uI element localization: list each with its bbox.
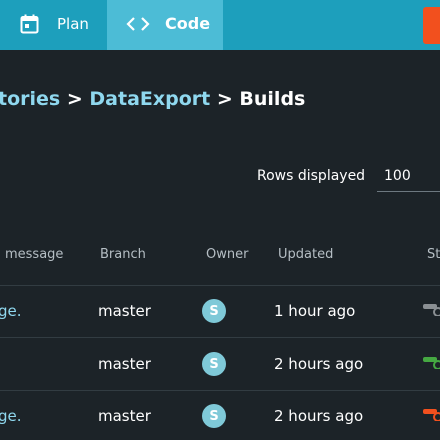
updated-cell: 2 hours ago [274, 407, 364, 425]
rows-displayed-value: 100 [384, 168, 411, 184]
breadcrumb-repo-link[interactable]: DataExport [89, 88, 210, 110]
owner-avatar: S [202, 404, 226, 428]
build-status-icon[interactable] [423, 407, 440, 421]
column-header-updated[interactable]: Updated [278, 247, 333, 262]
breadcrumb: tories > DataExport > Builds [0, 88, 305, 110]
nav-tab-code[interactable]: Code [107, 0, 223, 50]
branch-cell: master [98, 302, 151, 320]
breadcrumb-repositories-link[interactable]: tories [0, 88, 60, 110]
top-nav-bar: Plan Code [0, 0, 440, 50]
primary-action-button[interactable] [423, 7, 440, 44]
commit-message-link[interactable]: ge. [0, 407, 22, 425]
code-brackets-icon [126, 17, 150, 31]
breadcrumb-separator: > [216, 88, 233, 110]
table-divider [0, 337, 440, 338]
branch-cell: master [98, 355, 151, 373]
commit-message-link[interactable]: ge. [0, 302, 22, 320]
rows-displayed-select[interactable]: 100 [377, 163, 440, 192]
owner-initial: S [209, 408, 219, 424]
owner-initial: S [209, 303, 219, 319]
column-header-status[interactable]: St [427, 247, 440, 262]
nav-tab-code-label: Code [165, 14, 211, 33]
column-header-owner[interactable]: Owner [206, 247, 248, 262]
build-status-icon[interactable] [423, 355, 440, 369]
breadcrumb-separator: > [66, 88, 83, 110]
owner-initial: S [209, 356, 219, 372]
column-header-branch[interactable]: Branch [100, 247, 146, 262]
table-divider [0, 285, 440, 286]
updated-cell: 2 hours ago [274, 355, 364, 373]
calendar-icon [20, 14, 39, 34]
build-status-icon[interactable] [423, 302, 440, 316]
branch-cell: master [98, 407, 151, 425]
column-header-message[interactable]: message [5, 247, 63, 262]
table-divider [0, 390, 440, 391]
nav-tab-plan-label: Plan [57, 15, 89, 33]
nav-tab-plan[interactable]: Plan [0, 0, 107, 50]
breadcrumb-current-page: Builds [239, 88, 306, 110]
owner-avatar: S [202, 299, 226, 323]
owner-avatar: S [202, 352, 226, 376]
updated-cell: 1 hour ago [274, 302, 356, 320]
rows-displayed-label: Rows displayed [257, 168, 366, 184]
